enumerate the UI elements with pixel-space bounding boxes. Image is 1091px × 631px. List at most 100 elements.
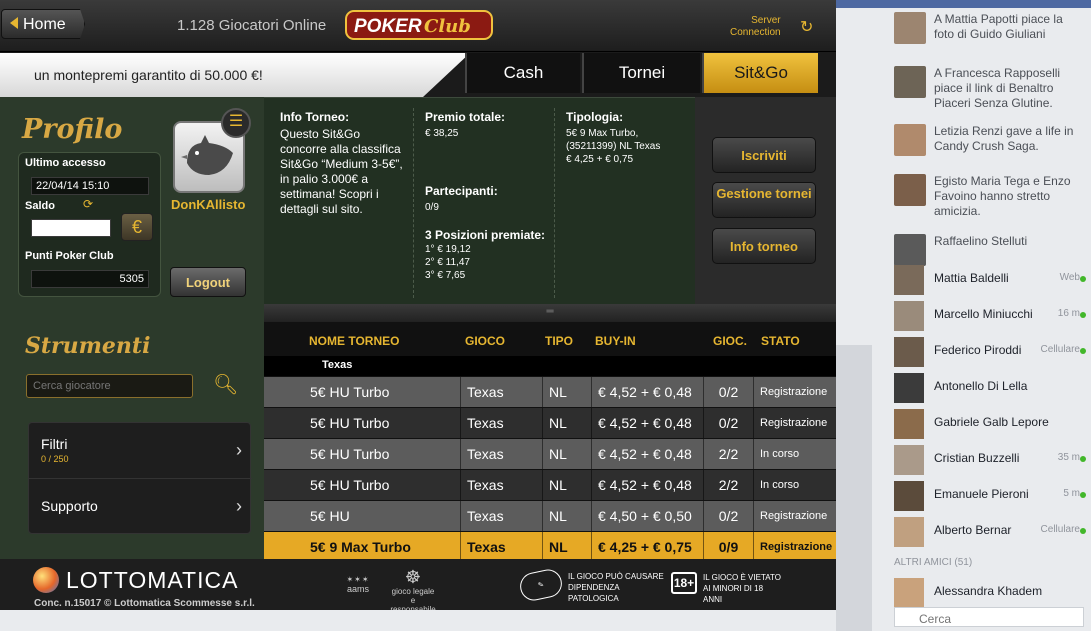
friend-item[interactable]: Federico Piroddi Cellulare bbox=[894, 337, 1086, 367]
friend-status: 35 m bbox=[1057, 452, 1080, 463]
chat-scroll-area bbox=[836, 345, 872, 631]
col-status-header[interactable]: STATO bbox=[761, 334, 800, 348]
friend-item[interactable]: Antonello Di Lella bbox=[894, 373, 1084, 403]
col-type-header[interactable]: TIPO bbox=[545, 334, 573, 348]
table-cell-game: Texas bbox=[460, 470, 542, 501]
search-icon[interactable]: 🔍︎ bbox=[213, 372, 238, 397]
feed-item-text[interactable]: A Francesca Rapposelli piace il link di … bbox=[934, 66, 1082, 111]
table-cell-type: NL bbox=[542, 408, 591, 439]
feed-item-text[interactable]: Egisto Maria Tega e Enzo Favoino hanno s… bbox=[934, 174, 1082, 219]
concession-text: Conc. n.15017 © Lottomatica Scommesse s.… bbox=[34, 598, 255, 609]
prize-value: € 38,25 bbox=[425, 128, 459, 139]
feed-avatar[interactable] bbox=[894, 12, 926, 44]
manage-tournaments-button[interactable]: Gestione tornei bbox=[712, 182, 816, 218]
tab-sit-and-go[interactable]: Sit&Go bbox=[702, 53, 818, 93]
table-cell-game: Texas bbox=[460, 408, 542, 439]
friend-status: 16 m bbox=[1057, 308, 1080, 319]
aams-text: aams bbox=[346, 584, 369, 594]
feed-avatar[interactable] bbox=[894, 234, 926, 266]
table-row[interactable]: 5€ HU Turbo Texas NL € 4,52 + € 0,48 0/2 Regi… bbox=[264, 376, 836, 408]
table-cell-buyin: € 4,50 + € 0,50 bbox=[591, 501, 703, 532]
deposit-euro-button[interactable]: € bbox=[121, 213, 153, 241]
refresh-icon[interactable]: ⟳ bbox=[83, 197, 93, 211]
chat-search-input[interactable] bbox=[894, 607, 1084, 627]
tools-title: Strumenti bbox=[25, 333, 151, 359]
table-row[interactable]: 5€ HU Turbo Texas NL € 4,52 + € 0,48 0/2 Regi… bbox=[264, 407, 836, 439]
table-row[interactable]: 5€ HU Turbo Texas NL € 4,52 + € 0,48 2/2 In c… bbox=[264, 469, 836, 501]
tournament-info-button[interactable]: Info torneo bbox=[712, 228, 816, 264]
promo-text: un montepremi garantito di 50.000 €! bbox=[34, 67, 263, 83]
type-line-2: (35211399) NL Texas bbox=[566, 141, 661, 152]
type-line-1: 5€ 9 Max Turbo, bbox=[566, 128, 639, 139]
register-button[interactable]: Iscriviti bbox=[712, 137, 816, 173]
info-title: Info Torneo: bbox=[280, 110, 350, 124]
position-2: 2° € 11,47 bbox=[425, 257, 470, 268]
svg-text:POKER: POKER bbox=[354, 16, 422, 37]
col-players-header[interactable]: GIOC. bbox=[713, 334, 747, 348]
friend-item[interactable]: Alberto Bernar Cellulare bbox=[894, 517, 1086, 547]
filters-item[interactable]: Filtri 0 / 250 › bbox=[29, 423, 252, 479]
age-badge: 18+ bbox=[671, 572, 697, 594]
info-column: Info Torneo: Questo Sit&Go concorre alla… bbox=[280, 98, 405, 305]
home-button[interactable]: Home bbox=[1, 9, 85, 39]
connection-icon[interactable]: ↻ bbox=[800, 17, 813, 37]
friend-item[interactable]: Cristian Buzzelli 35 m bbox=[894, 445, 1086, 475]
friend-item[interactable]: Alessandra Khadem bbox=[894, 578, 1084, 608]
chevron-right-icon: › bbox=[236, 440, 242, 460]
type-title: Tipologia: bbox=[566, 110, 624, 124]
last-access-label: Ultimo accesso bbox=[25, 157, 106, 169]
feed-avatar[interactable] bbox=[894, 124, 926, 156]
logout-button[interactable]: Logout bbox=[170, 267, 246, 297]
tools-menu: Filtri 0 / 250 › Supporto › bbox=[28, 422, 252, 535]
online-dot-icon bbox=[1080, 528, 1086, 534]
friend-name: Federico Piroddi bbox=[934, 343, 1022, 357]
friend-avatar bbox=[894, 265, 924, 295]
promo-banner: un montepremi garantito di 50.000 €! bbox=[0, 53, 470, 97]
table-cell-type: NL bbox=[542, 377, 591, 408]
col-name-header[interactable]: NOME TORNEO bbox=[309, 334, 399, 348]
table-row[interactable]: 5€ HU Turbo Texas NL € 4,52 + € 0,48 2/2 In c… bbox=[264, 438, 836, 470]
friend-item[interactable]: Mattia Baldelli Web bbox=[894, 265, 1086, 295]
feed-item-text[interactable]: Letizia Renzi gave a life in Candy Crush… bbox=[934, 124, 1082, 154]
table-cell-status: Registrazione bbox=[753, 377, 836, 408]
friend-item[interactable]: Gabriele Galb Lepore bbox=[894, 409, 1084, 439]
table-cell-type: NL bbox=[542, 439, 591, 470]
participants-title: Partecipanti: bbox=[425, 184, 498, 198]
friend-name: Alberto Bernar bbox=[934, 523, 1012, 537]
server-connection-label: Server Connection bbox=[730, 15, 781, 39]
friend-avatar bbox=[894, 373, 924, 403]
resize-handle[interactable]: ═ bbox=[264, 304, 836, 322]
table-row[interactable]: 5€ 9 Max Turbo Texas NL € 4,25 + € 0,75 0/9 R… bbox=[264, 531, 836, 563]
feed-item-text[interactable]: A Mattia Papotti piace la foto di Guido … bbox=[934, 12, 1082, 42]
friend-name: Gabriele Galb Lepore bbox=[934, 415, 1049, 429]
friend-item[interactable]: Emanuele Pieroni 5 m bbox=[894, 481, 1086, 511]
aams-stars-icon: ✶✶✶ bbox=[346, 575, 370, 584]
support-item[interactable]: Supporto › bbox=[29, 479, 252, 535]
player-search-input[interactable] bbox=[26, 374, 193, 398]
feed-avatar[interactable] bbox=[894, 174, 926, 206]
tournament-info-panel: Info Torneo: Questo Sit&Go concorre alla… bbox=[264, 97, 695, 304]
col-game-header[interactable]: GIOCO bbox=[465, 334, 505, 348]
lottomatica-brand: LOTTOMATICA bbox=[66, 567, 239, 593]
friend-item[interactable]: Marcello Miniucchi 16 m bbox=[894, 301, 1086, 331]
server-label-line2: Connection bbox=[730, 27, 781, 38]
back-arrow-icon bbox=[10, 17, 18, 29]
table-row[interactable]: 5€ HU Texas NL € 4,50 + € 0,50 0/2 Registrazi… bbox=[264, 500, 836, 532]
tab-cash[interactable]: Cash bbox=[465, 53, 580, 93]
table-cell-status: In corso bbox=[753, 470, 836, 501]
table-cell-name: 5€ HU bbox=[310, 508, 350, 524]
points-label: Punti Poker Club bbox=[25, 250, 114, 262]
tab-tornei[interactable]: Tornei bbox=[582, 53, 700, 93]
col-buyin-header[interactable]: BUY-IN bbox=[595, 334, 636, 348]
table-header: NOME TORNEO GIOCO TIPO BUY-IN GIOC. STAT… bbox=[264, 322, 836, 356]
feed-avatar[interactable] bbox=[894, 66, 926, 98]
friend-avatar bbox=[894, 517, 924, 547]
points-value: 5305 bbox=[31, 270, 149, 288]
menu-icon[interactable]: ☰ bbox=[221, 108, 251, 138]
table-cell-players: 0/2 bbox=[703, 501, 753, 532]
players-online: 1.128 Giocatori Online bbox=[177, 17, 327, 34]
filters-label: Filtri bbox=[41, 436, 68, 452]
feed-item-text[interactable]: Raffaelino Stelluti bbox=[934, 234, 1082, 249]
participants-value: 0/9 bbox=[425, 202, 439, 213]
table-cell-game: Texas bbox=[460, 501, 542, 532]
